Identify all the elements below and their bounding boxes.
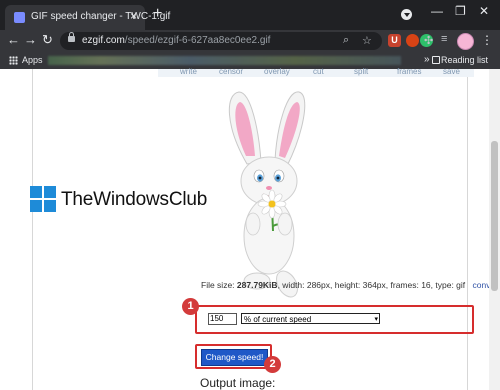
step-badge-2: 2: [264, 356, 281, 373]
chevron-down-icon: ▾: [374, 316, 378, 323]
bookmarks-overflow-button[interactable]: »: [424, 54, 430, 65]
bookmark-star-icon[interactable]: ☆: [362, 34, 372, 47]
zoom-search-icon[interactable]: ⌕: [343, 34, 349, 47]
change-speed-highlight: Change speed!: [195, 344, 272, 369]
windows-logo-icon: [30, 186, 56, 212]
window-minimize-button[interactable]: —: [431, 4, 443, 18]
speed-value-input[interactable]: 150: [208, 313, 237, 325]
browser-menu-button[interactable]: ⋮: [481, 33, 493, 47]
tab-title: GIF speed changer - TWC-1.gif: [31, 11, 171, 22]
menu-item-save[interactable]: save: [443, 67, 460, 76]
step-badge-1: 1: [182, 298, 199, 315]
change-speed-button[interactable]: Change speed!: [201, 349, 268, 366]
menu-item-censor[interactable]: censor: [219, 67, 243, 76]
menu-item-write[interactable]: write: [180, 67, 197, 76]
ezgif-favicon-icon: [14, 12, 25, 23]
bookmarks-bar: Apps » Reading list: [0, 52, 500, 70]
file-size-value: 287.79KiB: [236, 280, 278, 290]
reading-list-icon: [432, 56, 440, 64]
menu-item-cut[interactable]: cut: [313, 67, 324, 76]
window-close-button[interactable]: ✕: [479, 4, 489, 18]
browser-tab[interactable]: GIF speed changer - TWC-1.gif ×: [5, 5, 170, 30]
speed-mode-select[interactable]: % of current speed ▾: [241, 313, 380, 324]
profile-avatar[interactable]: [457, 33, 474, 50]
media-icon[interactable]: ≡: [441, 33, 447, 45]
extension-orange-icon[interactable]: [406, 34, 419, 47]
watermark-text: TheWindowsClub: [61, 189, 208, 210]
web-page: write censor overlay cut split frames sa…: [0, 67, 500, 390]
lock-icon: [68, 32, 75, 42]
forward-button[interactable]: →: [24, 32, 37, 48]
new-tab-button[interactable]: +: [153, 5, 162, 23]
address-bar[interactable]: ezgif.com/speed/ezgif-6-627aa8ec0ee2.gif…: [60, 32, 382, 50]
url-text[interactable]: ezgif.com/speed/ezgif-6-627aa8ec0ee2.gif: [82, 35, 270, 46]
menu-item-frames[interactable]: frames: [397, 67, 421, 76]
reading-list-label: Reading list: [441, 55, 489, 65]
bunny-gif-image: [228, 91, 306, 298]
menu-item-overlay[interactable]: overlay: [264, 67, 290, 76]
menu-item-split[interactable]: split: [354, 67, 368, 76]
extensions-puzzle-icon[interactable]: ✣: [424, 34, 433, 47]
tab-close-button[interactable]: ×: [130, 9, 137, 23]
speed-controls-highlight: 150 % of current speed ▾: [195, 305, 474, 334]
reading-list-button[interactable]: Reading list: [432, 55, 489, 65]
back-button[interactable]: ←: [7, 32, 20, 48]
blurred-bookmarks: [48, 56, 401, 65]
tab-search-icon[interactable]: [401, 9, 412, 20]
reload-button[interactable]: ↻: [42, 32, 53, 48]
window-restore-button[interactable]: ❐: [455, 4, 466, 18]
tool-menu: write censor overlay cut split frames sa…: [158, 67, 474, 77]
scrollbar-thumb[interactable]: [491, 141, 498, 291]
file-details: , width: 286px, height: 364px, frames: 1…: [277, 280, 466, 290]
browser-tab-strip: GIF speed changer - TWC-1.gif × + — ❐ ✕: [0, 0, 500, 30]
bookmark-apps[interactable]: Apps: [22, 55, 43, 65]
browser-toolbar: ← → ↻ ezgif.com/speed/ezgif-6-627aa8ec0e…: [0, 30, 500, 52]
output-image-heading: Output image:: [200, 376, 276, 390]
extension-u-icon[interactable]: U: [388, 34, 401, 47]
file-info: File size: 287.79KiB, width: 286px, heig…: [201, 280, 500, 290]
apps-grid-icon: [9, 56, 18, 65]
page-scrollbar[interactable]: [489, 69, 500, 390]
